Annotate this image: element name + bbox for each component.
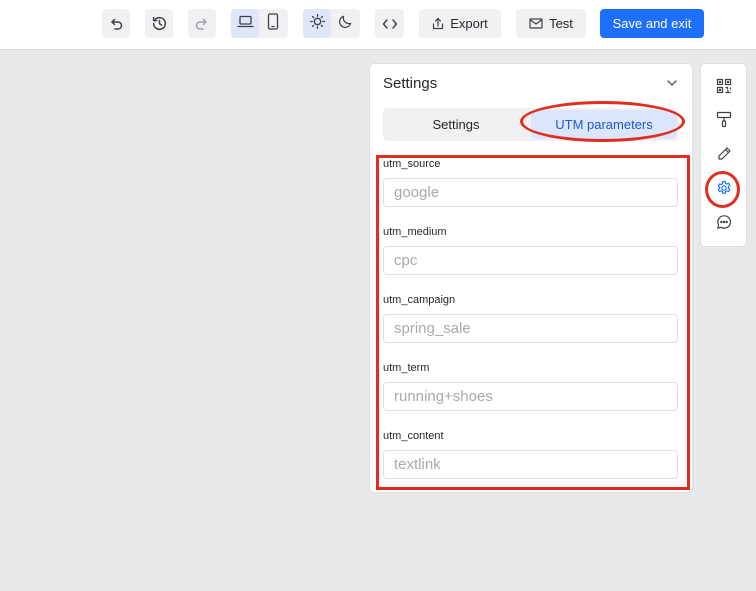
export-button[interactable]: Export [419, 9, 501, 38]
chat-icon [716, 214, 732, 235]
tab-utm-parameters-label: UTM parameters [555, 117, 653, 132]
undo-button[interactable] [102, 9, 130, 38]
tab-settings[interactable]: Settings [383, 108, 529, 141]
moon-icon [338, 14, 353, 34]
device-toggle [231, 9, 288, 38]
settings-tabs: Settings UTM parameters [383, 108, 679, 141]
top-toolbar: Export Test Save and exit [0, 0, 756, 50]
rail-comments-button[interactable] [713, 213, 735, 235]
tab-utm-parameters[interactable]: UTM parameters [531, 110, 677, 139]
pencil-icon [717, 146, 732, 166]
sun-icon [309, 13, 326, 35]
settings-panel: Settings Settings UTM parameters utm_sou… [369, 63, 693, 493]
rail-qr-code-button[interactable] [713, 77, 735, 99]
light-theme-button[interactable] [303, 9, 331, 38]
mobile-view-button[interactable] [259, 9, 287, 38]
utm-campaign-label: utm_campaign [383, 294, 456, 306]
test-button[interactable]: Test [516, 9, 586, 38]
save-label: Save and exit [612, 16, 692, 31]
rail-edit-button[interactable] [713, 145, 735, 167]
export-label: Export [450, 16, 488, 31]
dark-theme-button[interactable] [331, 9, 359, 38]
side-rail [700, 63, 747, 247]
save-and-exit-button[interactable]: Save and exit [600, 9, 704, 38]
redo-button[interactable] [188, 9, 216, 38]
test-label: Test [549, 16, 573, 31]
tab-settings-label: Settings [432, 117, 480, 132]
panel-title: Settings [383, 75, 438, 92]
utm-content-input[interactable] [383, 450, 678, 479]
laptop-icon [236, 14, 254, 34]
utm-content-label: utm_content [383, 430, 444, 442]
utm-source-label: utm_source [383, 158, 441, 170]
utm-source-input[interactable] [383, 178, 678, 207]
collapse-panel-button[interactable] [666, 76, 678, 94]
mobile-icon [267, 12, 279, 35]
paint-roller-icon [716, 111, 732, 133]
theme-toggle [303, 9, 360, 38]
undo-icon [108, 16, 124, 32]
rail-settings-button[interactable] [713, 179, 735, 201]
history-button[interactable] [145, 9, 173, 38]
utm-term-label: utm_term [383, 362, 430, 374]
code-icon [382, 17, 398, 31]
chevron-down-icon [666, 76, 678, 93]
upload-icon [432, 17, 444, 30]
utm-medium-label: utm_medium [383, 226, 447, 238]
desktop-view-button[interactable] [231, 9, 259, 38]
history-icon [151, 15, 168, 32]
utm-campaign-input[interactable] [383, 314, 678, 343]
gear-icon [716, 180, 732, 201]
utm-term-input[interactable] [383, 382, 678, 411]
rail-style-button[interactable] [713, 111, 735, 133]
mail-icon [529, 18, 543, 29]
redo-icon [194, 16, 210, 32]
code-view-button[interactable] [375, 9, 404, 38]
utm-medium-input[interactable] [383, 246, 678, 275]
qr-code-icon [716, 78, 732, 99]
